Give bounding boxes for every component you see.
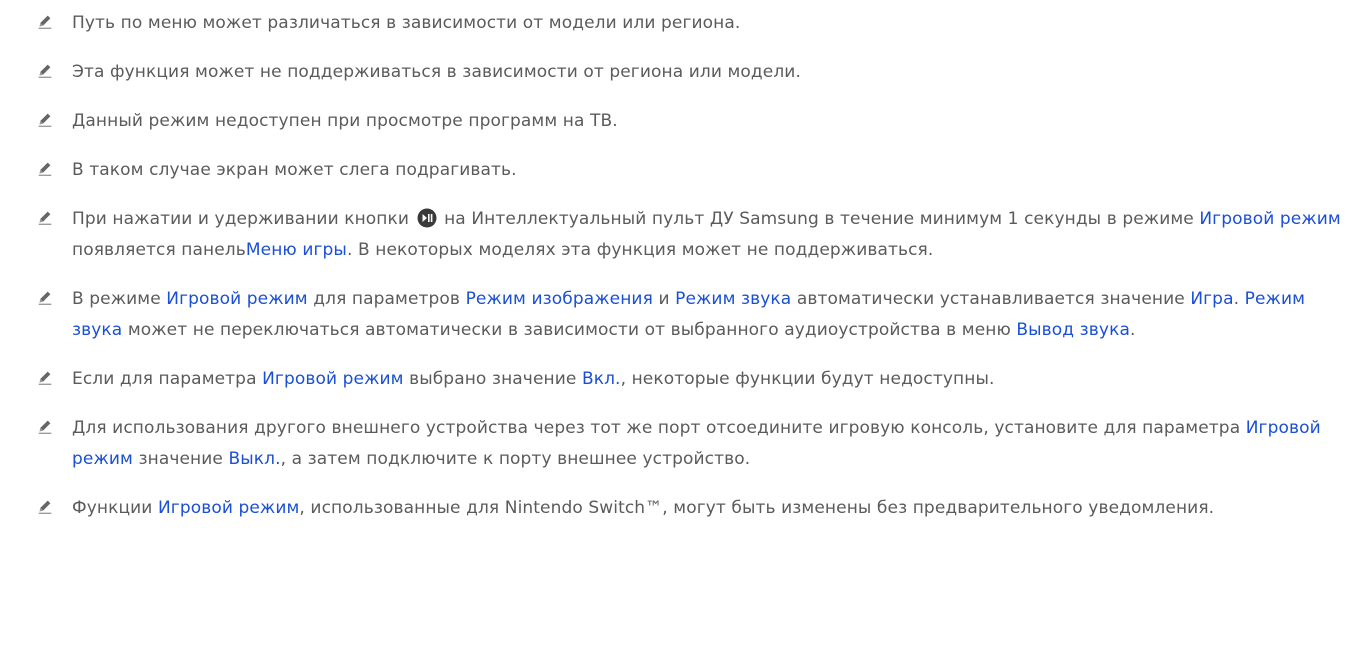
note-item: Если для параметра Игровой режим выбрано…: [36, 364, 1351, 395]
keyword-game-menu: Меню игры: [245, 240, 347, 260]
keyword-on: Вкл.: [581, 369, 621, 389]
keyword-off: Выкл.: [228, 449, 281, 469]
notes-list: Путь по меню может различаться в зависим…: [36, 8, 1351, 542]
keyword-game-mode: Игровой режим: [262, 369, 404, 389]
note-text: При нажатии и удерживании кнопки на Инте…: [72, 208, 1341, 260]
note-text: Путь по меню может различаться в зависим…: [72, 13, 741, 33]
keyword-game-mode: Игровой режим: [157, 498, 300, 518]
pencil-icon: [36, 57, 72, 83]
pencil-icon: [36, 364, 72, 390]
keyword-picture-mode: Режим изображения: [465, 289, 653, 309]
note-item: В режиме Игровой режим для параметров Ре…: [36, 284, 1351, 346]
keyword-sound-mode: Режим звука: [675, 289, 792, 309]
keyword-game-mode: Игровой режим: [1199, 209, 1341, 229]
pencil-icon: [36, 284, 72, 310]
pencil-icon: [36, 493, 72, 519]
note-item: В таком случае экран может слега подраги…: [36, 155, 1351, 186]
note-item: Данный режим недоступен при просмотре пр…: [36, 106, 1351, 137]
note-text: Данный режим недоступен при просмотре пр…: [72, 111, 618, 131]
pencil-icon: [36, 106, 72, 132]
note-text: Эта функция может не поддерживаться в за…: [72, 62, 801, 82]
play-pause-icon: [417, 208, 437, 228]
pencil-icon: [36, 413, 72, 439]
pencil-icon: [36, 155, 72, 181]
pencil-icon: [36, 8, 72, 34]
note-item: Для использования другого внешнего устро…: [36, 413, 1351, 475]
note-text: Если для параметра Игровой режим выбрано…: [72, 369, 995, 389]
note-item: Эта функция может не поддерживаться в за…: [36, 57, 1351, 88]
keyword-sound-output: Вывод звука: [1016, 320, 1130, 340]
note-item: Путь по меню может различаться в зависим…: [36, 8, 1351, 39]
note-text: В режиме Игровой режим для параметров Ре…: [72, 289, 1306, 340]
note-text: Для использования другого внешнего устро…: [72, 418, 1321, 469]
pencil-icon: [36, 204, 72, 230]
keyword-game-mode: Игровой режим: [166, 289, 308, 309]
note-item: Функции Игровой режим, использованные дл…: [36, 493, 1351, 524]
note-text: Функции Игровой режим, использованные дл…: [72, 498, 1215, 518]
keyword-game: Игра: [1190, 289, 1234, 309]
note-text: В таком случае экран может слега подраги…: [72, 160, 517, 180]
note-item: При нажатии и удерживании кнопки на Инте…: [36, 204, 1351, 266]
